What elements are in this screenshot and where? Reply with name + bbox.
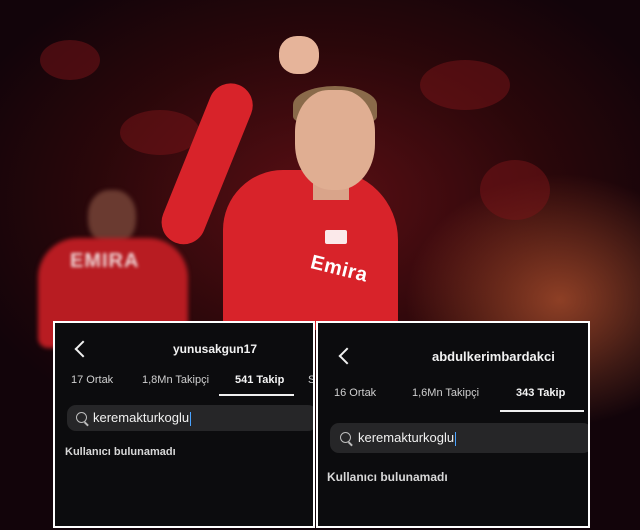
text-caret [190,411,192,426]
tab-following[interactable]: 343 Takip [516,387,565,399]
tab-followers[interactable]: 1,8Mn Takipçi [142,374,209,386]
search-icon [76,412,87,423]
active-tab-indicator [500,410,584,412]
profile-username: abdulkerimbardakci [432,349,555,364]
search-value: keremakturkoglu [93,410,190,425]
text-caret [455,431,457,446]
no-user-found-message: Kullanıcı bulunamadı [65,446,176,458]
celebrating-player: Emira [154,30,405,330]
search-icon [340,432,351,443]
tab-mutual[interactable]: 17 Ortak [71,374,113,386]
no-user-found-message: Kullanıcı bulunamadı [327,470,448,484]
crowd-blur [120,110,200,155]
crowd-blur [420,60,510,110]
search-input[interactable]: keremakturkoglu [67,405,313,431]
red-shirt [223,170,398,330]
adidas-logo [325,230,347,244]
tab-followers[interactable]: 1,6Mn Takipçi [412,387,479,399]
following-panel-left: yunusakgun17 17 Ortak 1,8Mn Takipçi 541 … [53,321,315,528]
crowd-blur [40,40,100,80]
raised-fist [279,36,319,74]
profile-username: yunusakgun17 [173,342,258,356]
back-arrow-icon[interactable] [338,347,356,365]
active-tab-indicator [219,394,294,396]
following-panel-right: abdulkerimbardakci 16 Ortak 1,6Mn Takipç… [316,321,590,528]
tab-mutual[interactable]: 16 Ortak [334,387,376,399]
search-value: keremakturkoglu [358,430,455,445]
back-arrow-icon[interactable] [74,340,92,358]
player-face [295,90,375,190]
search-input[interactable]: keremakturkoglu [330,423,588,453]
crowd-blur [480,160,550,220]
tab-suggested[interactable]: S [308,374,313,386]
tab-following[interactable]: 541 Takip [235,374,284,386]
